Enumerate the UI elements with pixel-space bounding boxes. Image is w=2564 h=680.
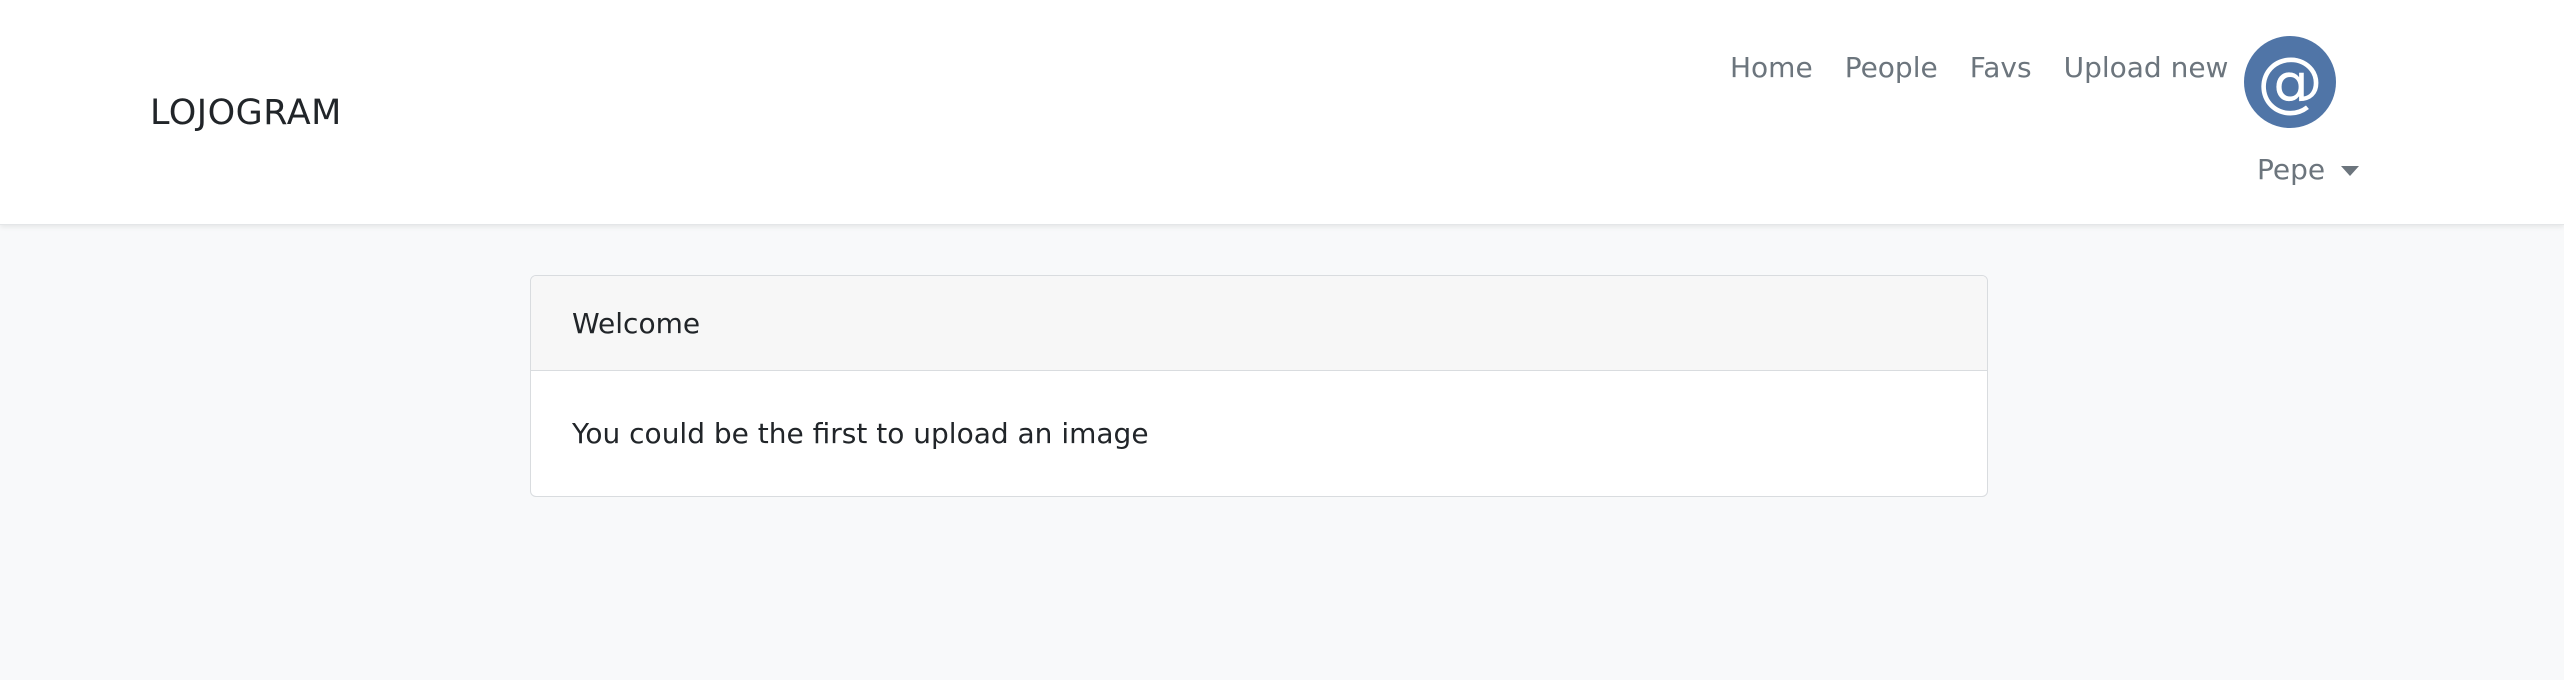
at-sign-icon: @ (2257, 43, 2323, 120)
welcome-card: Welcome You could be the first to upload… (530, 275, 1988, 497)
card-body-text: You could be the first to upload an imag… (572, 417, 1149, 450)
caret-down-icon (2341, 166, 2360, 176)
card-header: Welcome (531, 276, 1987, 371)
navbar: LOJOGRAM Home People Favs Upload new @ P… (0, 0, 2564, 225)
nav-upload-new[interactable]: Upload new (2064, 48, 2229, 88)
nav-people[interactable]: People (1845, 48, 1938, 88)
nav-links: Home People Favs Upload new (1730, 48, 2228, 88)
brand-logo[interactable]: LOJOGRAM (150, 88, 342, 138)
user-name: Pepe (2257, 153, 2326, 186)
user-avatar[interactable]: @ (2244, 36, 2336, 128)
nav-favs[interactable]: Favs (1970, 48, 2032, 88)
user-menu-dropdown[interactable]: Pepe (2257, 150, 2360, 190)
nav-home[interactable]: Home (1730, 48, 1813, 88)
